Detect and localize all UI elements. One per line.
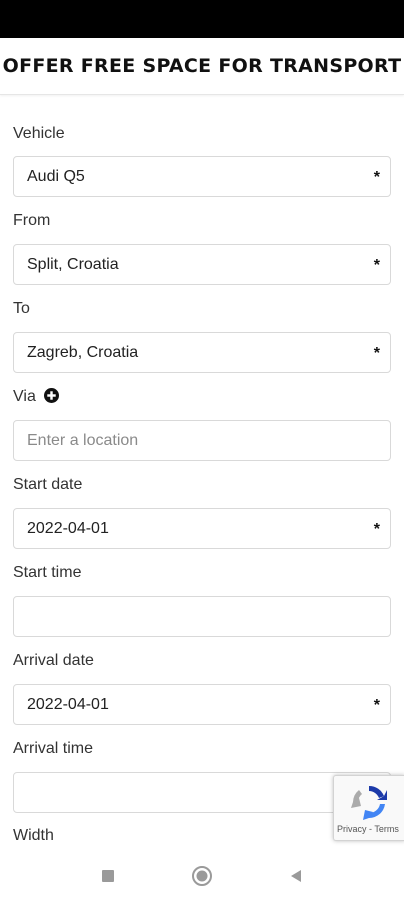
from-label: From	[13, 212, 51, 229]
required-asterisk: *	[373, 257, 380, 274]
to-label: To	[13, 300, 30, 317]
required-asterisk: *	[373, 521, 380, 538]
vehicle-value: Audi Q5	[27, 168, 85, 185]
page-title: OFFER FREE SPACE FOR TRANSPORT	[2, 55, 402, 77]
required-asterisk: *	[373, 169, 380, 186]
recents-icon[interactable]	[96, 864, 120, 888]
system-nav-bar	[0, 850, 404, 900]
start-date-value: 2022-04-01	[27, 520, 109, 537]
status-bar	[0, 0, 404, 38]
arrival-date-value: 2022-04-01	[27, 696, 109, 713]
via-label-row: Via	[13, 387, 60, 407]
via-label: Via	[13, 388, 36, 405]
start-date-input[interactable]: 2022-04-01 *	[13, 508, 391, 549]
start-time-input[interactable]	[13, 596, 391, 637]
arrival-date-input[interactable]: 2022-04-01 *	[13, 684, 391, 725]
from-value: Split, Croatia	[27, 256, 119, 273]
start-time-label: Start time	[13, 564, 82, 581]
vehicle-select[interactable]: Audi Q5 *	[13, 156, 391, 197]
recaptcha-badge[interactable]: Privacy - Terms	[333, 775, 404, 841]
page-header: OFFER FREE SPACE FOR TRANSPORT	[0, 38, 404, 95]
to-input[interactable]: Zagreb, Croatia *	[13, 332, 391, 373]
via-input[interactable]: Enter a location	[13, 420, 391, 461]
recaptcha-logo-icon	[349, 782, 389, 822]
required-asterisk: *	[373, 345, 380, 362]
width-label: Width	[13, 827, 54, 844]
from-input[interactable]: Split, Croatia *	[13, 244, 391, 285]
to-value: Zagreb, Croatia	[27, 344, 139, 361]
via-placeholder: Enter a location	[27, 432, 139, 449]
plus-circle-icon[interactable]	[44, 388, 60, 403]
arrival-time-label: Arrival time	[13, 740, 94, 757]
required-asterisk: *	[373, 697, 380, 714]
recaptcha-links[interactable]: Privacy - Terms	[337, 824, 399, 834]
start-date-label: Start date	[13, 476, 83, 493]
back-icon[interactable]	[284, 864, 308, 888]
arrival-date-label: Arrival date	[13, 652, 94, 669]
vehicle-label: Vehicle	[13, 125, 65, 142]
home-icon[interactable]	[190, 864, 214, 888]
